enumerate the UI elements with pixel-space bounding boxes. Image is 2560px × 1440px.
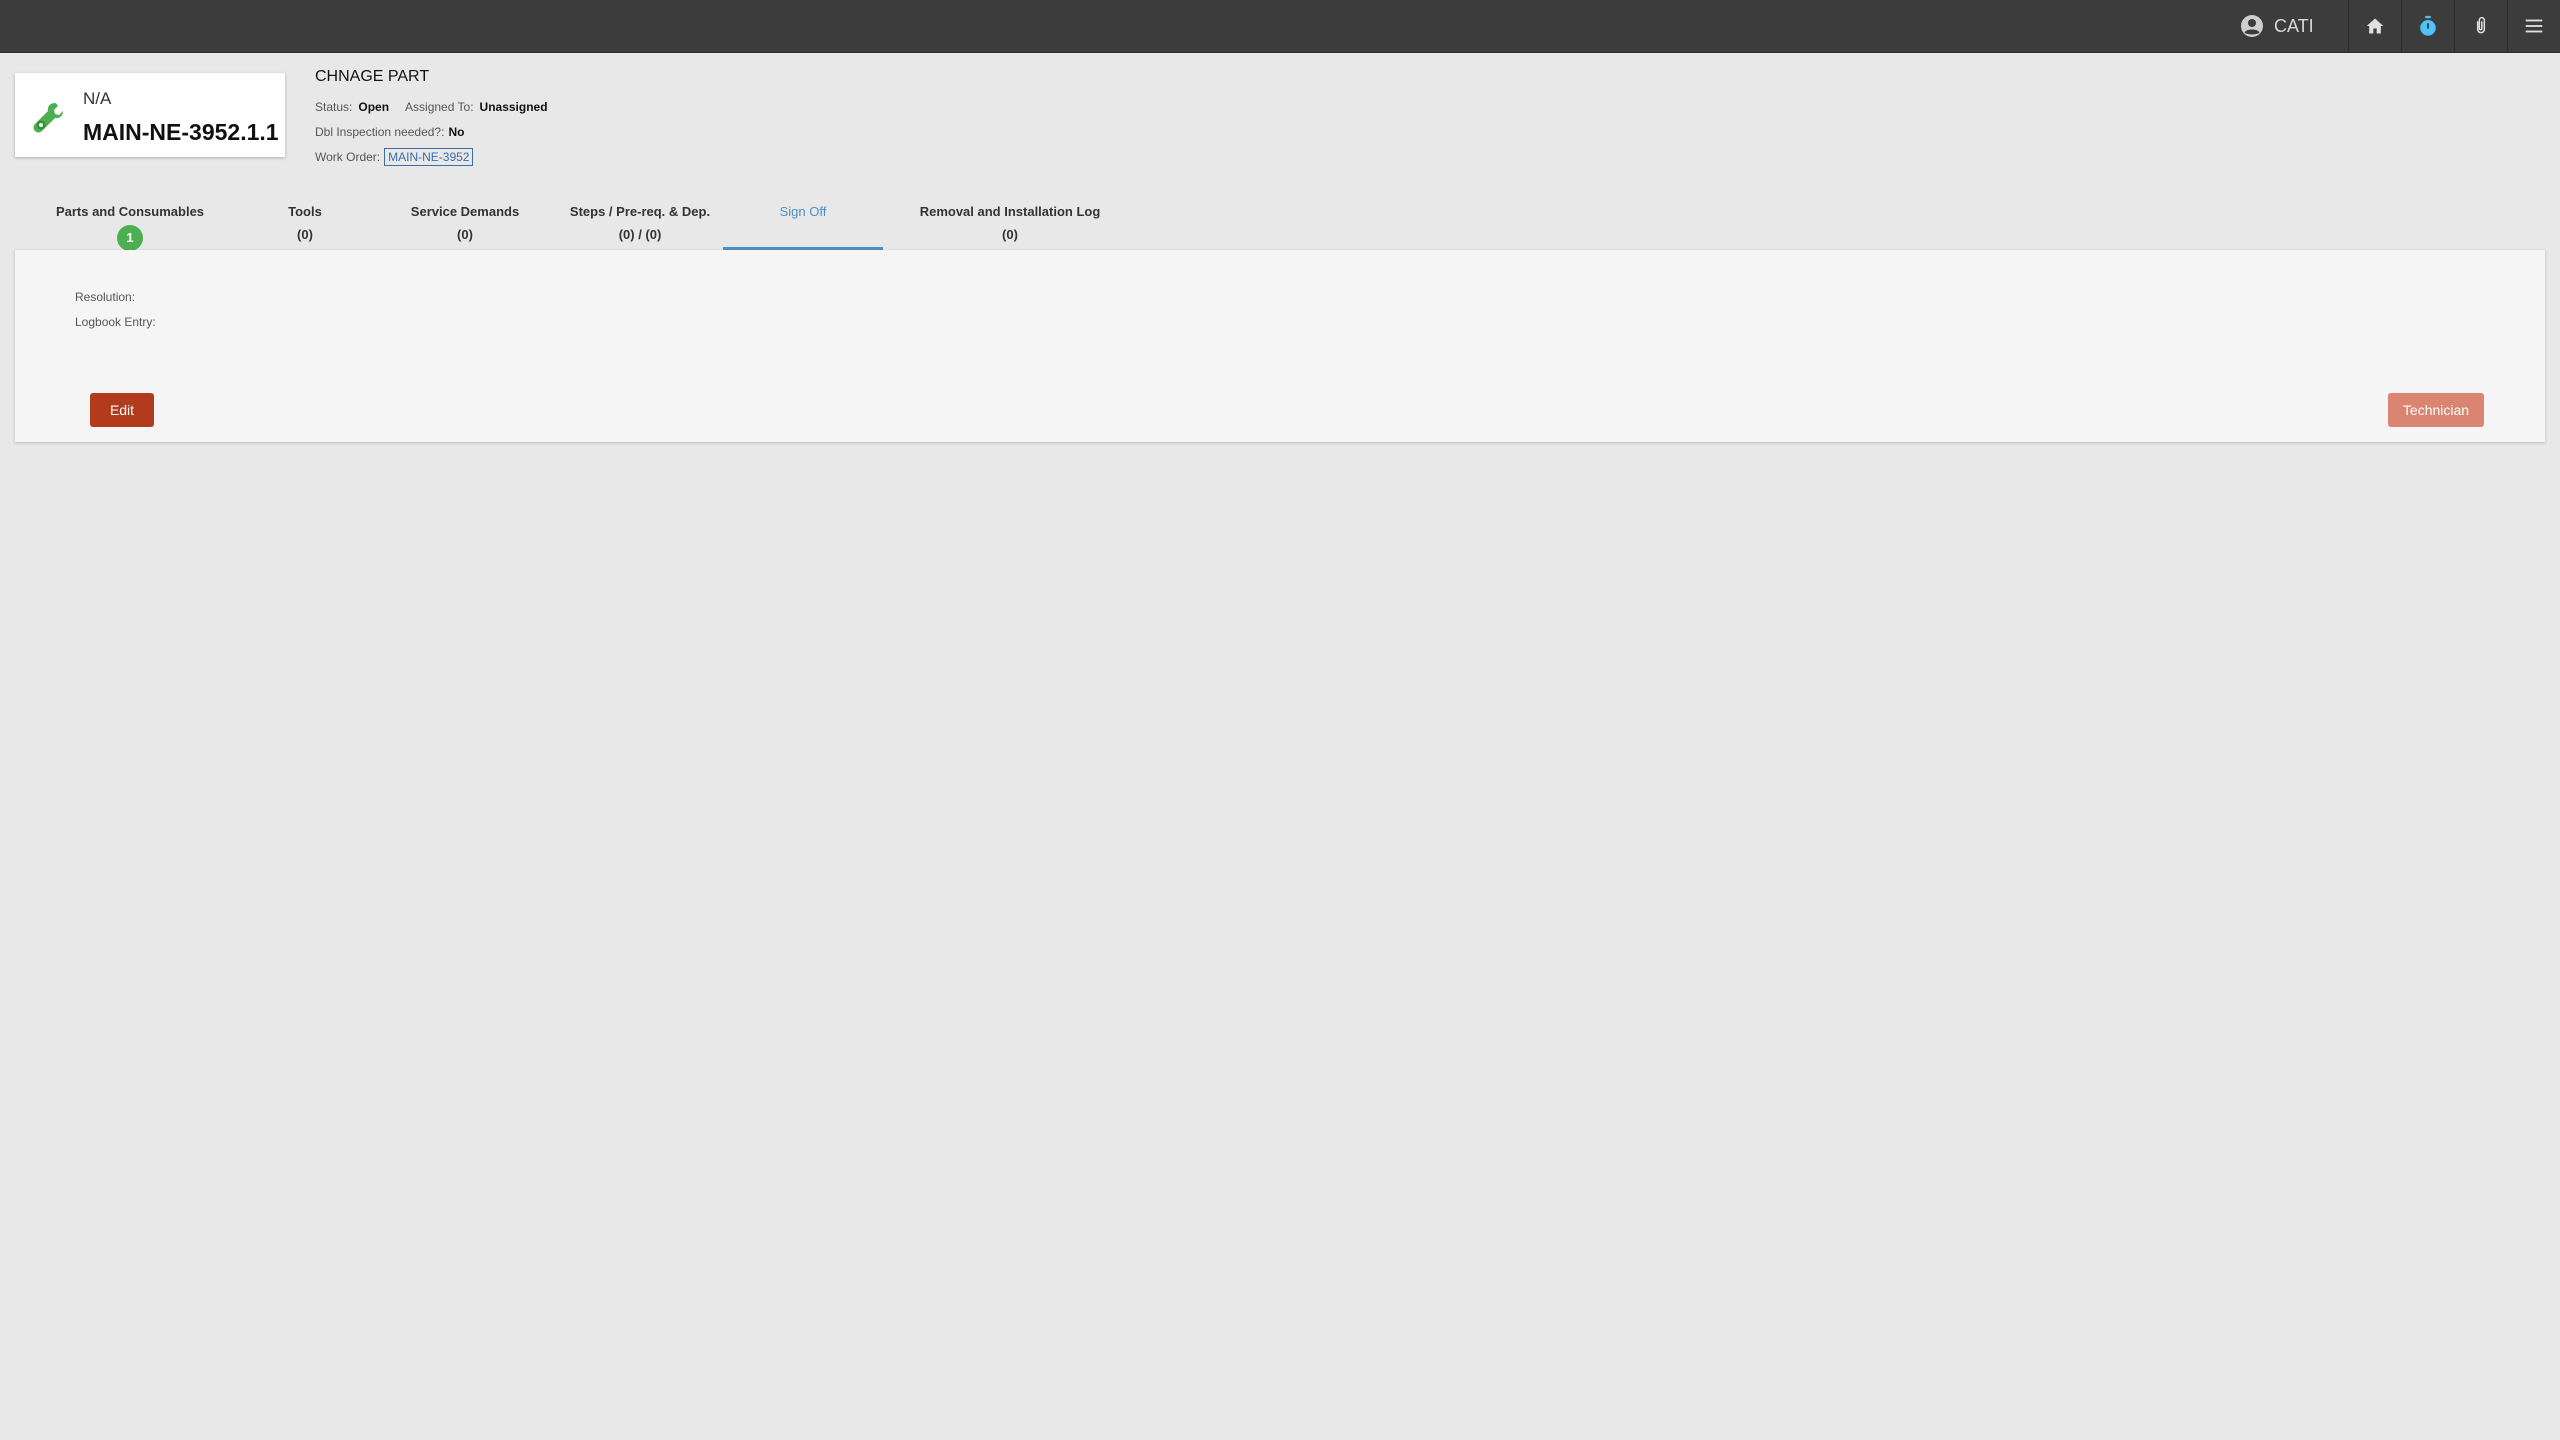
task-info: CHNAGE PART Status: Open Assigned To: Un… <box>315 68 548 169</box>
top-app-bar: CATI <box>0 0 2560 53</box>
tab-count: (0) <box>457 227 473 242</box>
user-menu[interactable]: CATI <box>2240 0 2314 52</box>
logbook-entry-label: Logbook Entry: <box>75 315 156 329</box>
tab-label: Sign Off <box>779 204 827 219</box>
tab-count: (0) <box>1002 227 1018 242</box>
status-label: Status: <box>315 99 353 114</box>
timer-icon <box>2420 15 2436 36</box>
task-tabs: Parts and Consumables 1 Tools (0) Servic… <box>15 190 2545 251</box>
main-menu-button[interactable] <box>2507 0 2560 52</box>
tab-count: (0) / (0) <box>618 227 662 242</box>
parts-count-badge: 1 <box>117 225 143 251</box>
status-value: Open <box>358 99 390 114</box>
edit-button[interactable]: Edit <box>90 393 154 427</box>
tab-label: Parts and Consumables <box>55 204 205 219</box>
tab-label: Tools <box>288 204 322 219</box>
status-row: Status: Open Assigned To: Unassigned <box>315 94 548 119</box>
attachment-button[interactable] <box>2454 0 2507 52</box>
tab-parts-and-consumables[interactable]: Parts and Consumables 1 <box>25 190 235 251</box>
sign-off-panel: Resolution: Logbook Entry: Edit Technici… <box>15 250 2545 442</box>
wrench-gear-icon <box>33 103 63 133</box>
tab-steps[interactable]: Steps / Pre-req. & Dep. (0) / (0) <box>550 190 730 250</box>
hamburger-menu-icon <box>2525 19 2543 33</box>
task-title: CHNAGE PART <box>315 68 430 85</box>
home-icon <box>2366 18 2384 34</box>
dbl-inspection-value: No <box>448 124 465 139</box>
task-code: MAIN-NE-3952.1.1 <box>83 119 279 145</box>
tab-count: (0) <box>297 227 313 242</box>
assigned-label: Assigned To: <box>405 99 474 114</box>
task-header-card: N/A MAIN-NE-3952.1.1 <box>15 73 285 157</box>
work-order-link[interactable]: MAIN-NE-3952 <box>384 147 474 166</box>
resolution-label: Resolution: <box>75 290 136 304</box>
task-subtitle: N/A <box>83 89 112 108</box>
technician-button[interactable]: Technician <box>2388 393 2484 427</box>
account-circle-icon <box>2241 15 2263 37</box>
user-name: CATI <box>2274 15 2314 36</box>
tab-tools[interactable]: Tools (0) <box>245 190 365 250</box>
tab-service-demands[interactable]: Service Demands (0) <box>380 190 550 250</box>
tab-sign-off[interactable]: Sign Off <box>723 190 883 250</box>
paperclip-icon <box>2476 16 2486 34</box>
dbl-inspection-label: Dbl Inspection needed?: <box>315 124 445 139</box>
tab-label: Steps / Pre-req. & Dep. <box>569 204 711 219</box>
work-order-label: Work Order: <box>315 149 381 164</box>
tab-removal-installation-log[interactable]: Removal and Installation Log (0) <box>895 190 1125 250</box>
work-order-row: Work Order: MAIN-NE-3952 <box>315 144 548 169</box>
timer-button[interactable] <box>2401 0 2454 52</box>
tab-label: Removal and Installation Log <box>919 204 1101 219</box>
dbl-inspection-row: Dbl Inspection needed?: No <box>315 119 548 144</box>
home-button[interactable] <box>2348 0 2401 52</box>
assigned-value: Unassigned <box>479 99 548 114</box>
tab-label: Service Demands <box>410 204 520 219</box>
